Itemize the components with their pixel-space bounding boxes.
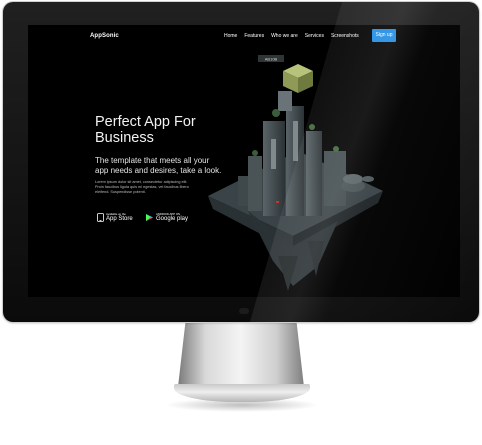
- hero-title: Perfect App For Business: [95, 114, 245, 146]
- apple-logo-icon: [239, 308, 249, 314]
- hero-description-line-3: eleifend. Suspendisse potenti.: [95, 190, 146, 195]
- monitor-bezel: AB10B AppSonic Home Features Who we are …: [3, 2, 479, 322]
- nav-who-we-are[interactable]: Who we are: [271, 33, 298, 39]
- google-play-big-text: Google play: [156, 215, 189, 222]
- google-play-icon: [146, 214, 153, 221]
- monitor-screen: AB10B AppSonic Home Features Who we are …: [28, 25, 460, 297]
- artwork-sign-text: AB10B: [265, 57, 278, 62]
- site-navbar: AppSonic Home Features Who we are Servic…: [28, 25, 460, 51]
- signup-button[interactable]: Sign up: [372, 29, 396, 42]
- hero-description-line-1: Lorem ipsum dolor sit amet, consectetur …: [95, 180, 188, 184]
- nav-screenshots[interactable]: Screenshots: [331, 33, 359, 39]
- hero-subtitle: The template that meets all your app nee…: [95, 156, 245, 176]
- site-logo[interactable]: AppSonic: [90, 33, 119, 39]
- google-play-badge[interactable]: ANDROID APP ON Google play: [145, 211, 188, 224]
- nav-features[interactable]: Features: [244, 33, 264, 39]
- hero-subtitle-line-2: app needs and desires, take a look.: [95, 166, 222, 175]
- hero-description: Lorem ipsum dolor sit amet, consectetur …: [95, 180, 225, 196]
- monitor-stand: [178, 321, 304, 387]
- hero-subtitle-line-1: The template that meets all your: [95, 156, 210, 165]
- nav-services[interactable]: Services: [305, 33, 324, 39]
- nav-menu: Home Features Who we are Services Screen…: [224, 33, 359, 39]
- apple-icon: [97, 213, 104, 222]
- hero-title-line-1: Perfect App For: [95, 114, 196, 130]
- app-store-badge[interactable]: Available on the App Store: [97, 211, 133, 224]
- app-store-big-text: App Store: [106, 215, 133, 222]
- nav-home[interactable]: Home: [224, 33, 237, 39]
- hero-title-line-2: Business: [95, 130, 154, 146]
- monitor-mockup: AB10B AppSonic Home Features Who we are …: [0, 0, 482, 445]
- hero-description-line-2: Proin faucibus ligula quis mi egestas, v…: [95, 185, 189, 190]
